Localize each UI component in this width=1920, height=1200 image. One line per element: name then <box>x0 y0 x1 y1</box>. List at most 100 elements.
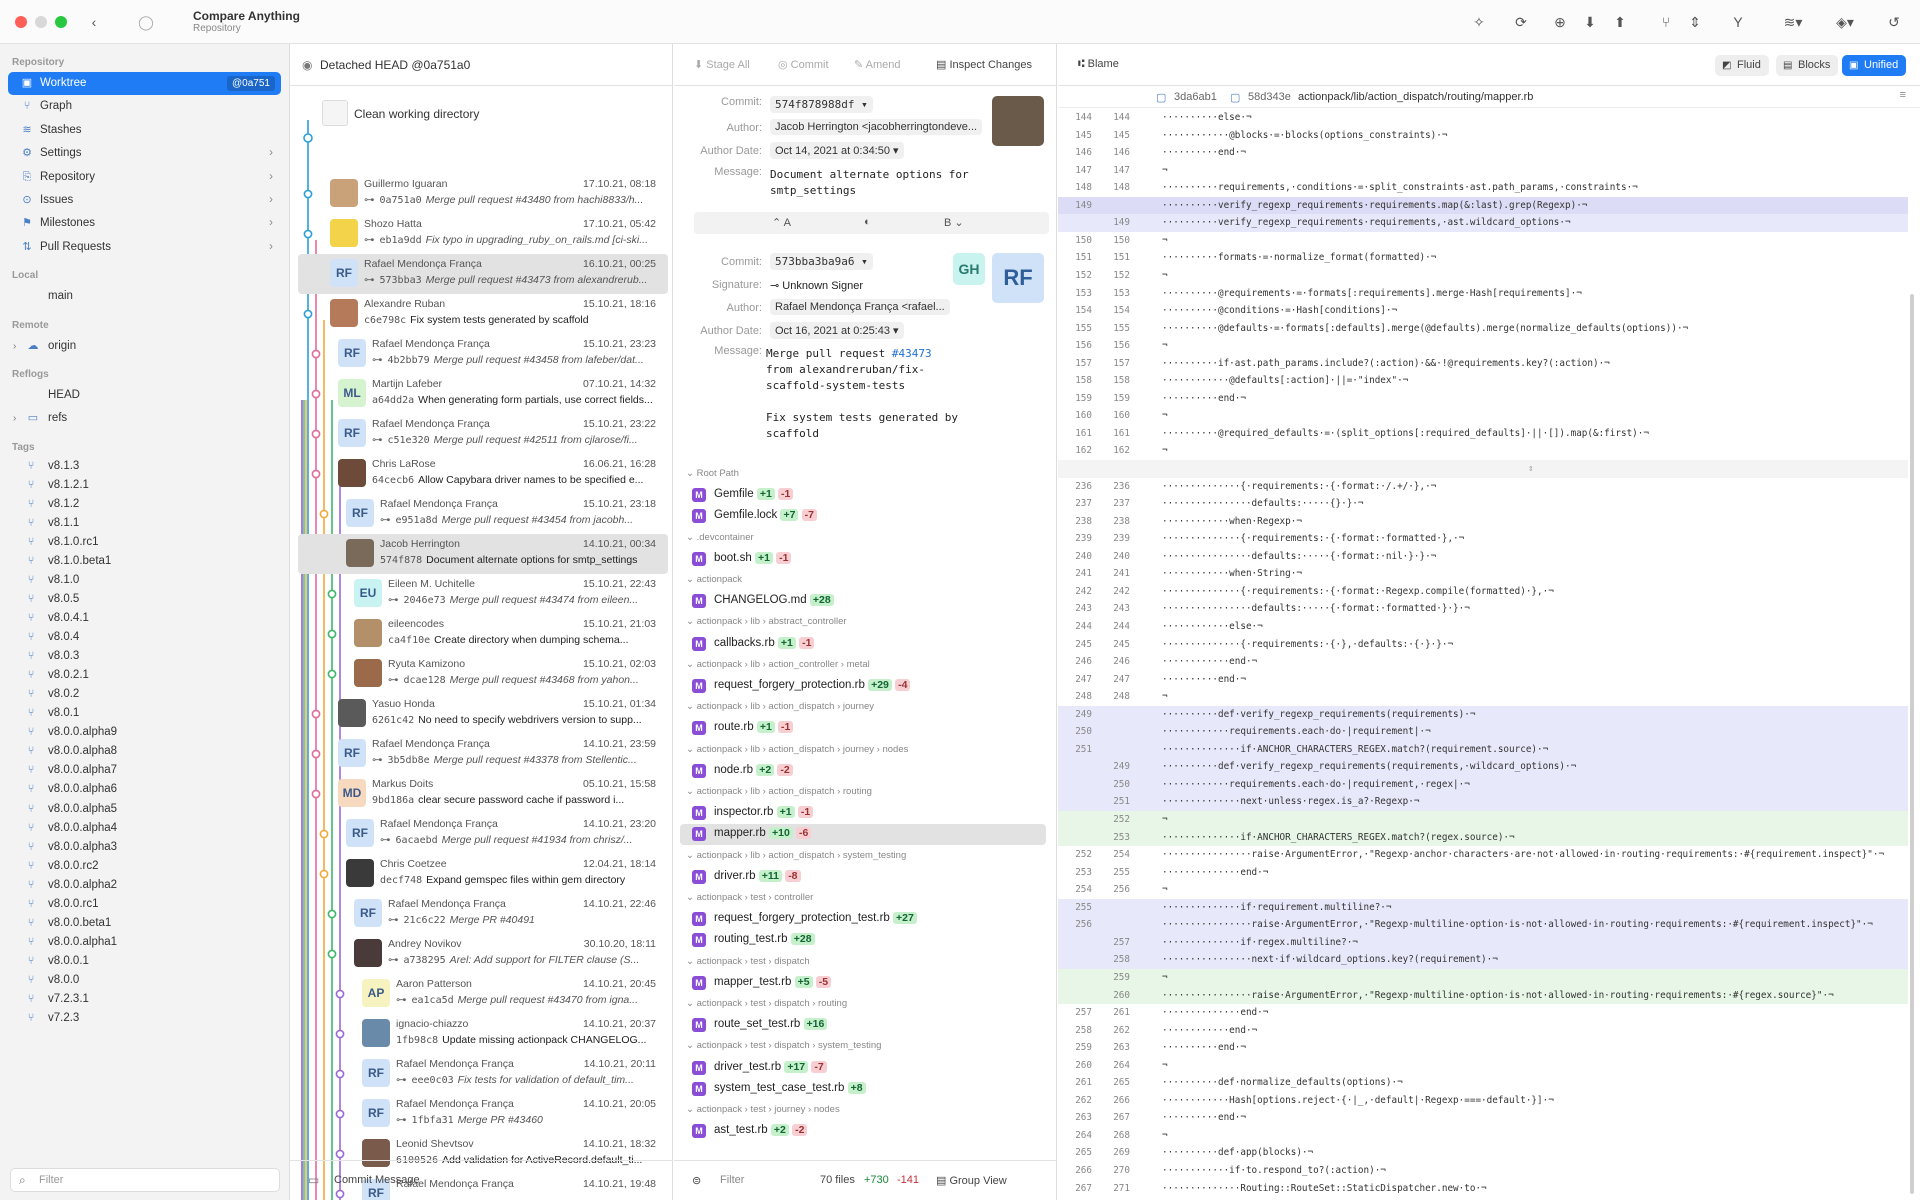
tag-item[interactable]: ⑂ v8.0.2 <box>8 685 281 704</box>
changed-file-row[interactable]: Mnode.rb +2 -2 <box>680 761 1046 782</box>
reflog-refs[interactable]: › ▭ refs <box>8 407 281 430</box>
tag-item[interactable]: ⑂ v8.1.0 <box>8 571 281 590</box>
diff-scrollbar[interactable] <box>1910 294 1914 1194</box>
commit-row[interactable]: RF Rafael Mendonça França 14.10.21, 20:05 ⊶… <box>298 1094 668 1134</box>
sidebar-item-issues[interactable]: ⊙ Issues › <box>8 189 281 212</box>
chevron-right-icon[interactable]: › <box>269 236 273 259</box>
sidebar-item-milestones[interactable]: ⚑ Milestones › <box>8 212 281 235</box>
group-view-button[interactable]: ▤ Group View <box>936 1174 1007 1187</box>
sidebar-item-worktree[interactable]: ▣ Worktree @0a751 <box>8 72 281 96</box>
compare-b-button[interactable]: B ⌄ <box>944 216 964 229</box>
hunk-separator[interactable]: ⇕ <box>1058 460 1908 478</box>
tag-item[interactable]: ⑂ v8.0.0.alpha4 <box>8 819 281 838</box>
a-date[interactable]: Oct 14, 2021 at 0:34:50 ▾ <box>770 142 904 159</box>
tag-item[interactable]: ⑂ v8.0.0.alpha6 <box>8 780 281 799</box>
file-group-header[interactable]: ⌄ actionpack › lib › action_controller ›… <box>686 659 870 670</box>
tag-item[interactable]: ⑂ v8.1.0.beta1 <box>8 552 281 571</box>
commit-row[interactable]: Shozo Hatta 17.10.21, 05:42 ⊶ eb1a9dd Fix ty… <box>298 214 668 254</box>
layers-icon[interactable]: ◈▾ <box>1830 12 1860 32</box>
tag-item[interactable]: ⑂ v8.0.2.1 <box>8 666 281 685</box>
chevron-right-icon[interactable]: › <box>269 212 273 235</box>
tag-item[interactable]: ⑂ v8.1.2.1 <box>8 476 281 495</box>
tag-item[interactable]: ⑂ v8.0.0.alpha9 <box>8 723 281 742</box>
chevron-right-icon[interactable]: › <box>269 142 273 165</box>
tag-item[interactable]: ⑂ v8.0.4 <box>8 628 281 647</box>
tag-item[interactable]: ⑂ v8.0.3 <box>8 647 281 666</box>
changed-file-row[interactable]: Mmapper_test.rb +5 -5 <box>680 973 1046 994</box>
swap-icon[interactable]: ◐ <box>864 216 871 228</box>
commit-row[interactable]: RF Rafael Mendonça França 15.10.21, 23:23 ⊶… <box>298 334 668 374</box>
commit-row[interactable]: MD Markus Doits 05.10.21, 15:58 9bd186a clea… <box>298 774 668 814</box>
commit-row[interactable]: Ryuta Kamizono 15.10.21, 02:03 ⊶ dcae128 Mer… <box>298 654 668 694</box>
tag-item[interactable]: ⑂ v8.0.1 <box>8 704 281 723</box>
amend-button[interactable]: ✎ Amend <box>854 58 901 71</box>
push-icon[interactable]: ⬆ <box>1610 12 1630 32</box>
tag-item[interactable]: ⑂ v8.1.1 <box>8 514 281 533</box>
blame-button[interactable]: ⑆ Blame <box>1078 58 1119 70</box>
changed-file-row[interactable]: M CHANGELOG.md +28 <box>680 591 1046 612</box>
remote-origin[interactable]: › ☁ origin <box>8 335 281 358</box>
chevron-right-icon[interactable]: › <box>269 189 273 212</box>
stage-all-button[interactable]: ⬇ Stage All <box>694 58 750 71</box>
changed-file-row[interactable]: M Gemfile +1 -1 <box>680 485 1046 506</box>
commit-row[interactable]: Guillermo Iguaran 17.10.21, 08:18 ⊶ 0a751a0… <box>298 174 668 214</box>
changed-file-row[interactable]: Mrequest_forgery_protection.rb +29 -4 <box>680 676 1046 697</box>
file-group-header[interactable]: ⌄ actionpack › test › journey › nodes <box>686 1104 840 1115</box>
disclosure-icon[interactable]: › <box>13 407 16 430</box>
undo-icon[interactable]: ↺ <box>1884 12 1904 32</box>
commit-row[interactable]: Andrey Novikov 30.10.20, 18:11 ⊶ a738295 Are… <box>298 934 668 974</box>
commit-row[interactable]: RF Rafael Mendonça França 15.10.21, 23:22 ⊶… <box>298 414 668 454</box>
file-group-header[interactable]: ⌄ actionpack › lib › action_dispatch › j… <box>686 701 874 712</box>
changed-file-row[interactable]: Mroute.rb +1 -1 <box>680 718 1046 739</box>
tag-item[interactable]: ⑂ v8.0.0.rc2 <box>8 857 281 876</box>
tag-item[interactable]: ⑂ v8.0.5 <box>8 590 281 609</box>
changed-file-row[interactable]: Mdriver_test.rb +17 -7 <box>680 1058 1046 1079</box>
mode-blocks[interactable]: ▤ Blocks <box>1776 55 1839 76</box>
changed-file-row[interactable]: Mdriver.rb +11 -8 <box>680 867 1046 888</box>
list-icon[interactable]: ≡ <box>1900 89 1906 101</box>
tag-item[interactable]: ⑂ v8.0.0 <box>8 971 281 990</box>
tag-item[interactable]: ⑂ v8.0.0.alpha1 <box>8 933 281 952</box>
expand-icon[interactable]: ⇕ <box>1528 460 1534 478</box>
file-group-header[interactable]: ⌄ .devcontainer <box>686 532 754 543</box>
tag-item[interactable]: ⑂ v8.1.3 <box>8 457 281 476</box>
commit-row[interactable]: RF Rafael Mendonça França 14.10.21, 20:11 ⊶… <box>298 1054 668 1094</box>
tag-item[interactable]: ⑂ v8.0.0.alpha3 <box>8 838 281 857</box>
file-group-header[interactable]: ⌄ Root Path <box>686 468 739 479</box>
file-group-header[interactable]: ⌄ actionpack › lib › abstract_controller <box>686 616 847 627</box>
changed-file-row[interactable]: Mboot.sh +1 -1 <box>680 549 1046 570</box>
stack-icon[interactable]: ≋▾ <box>1778 12 1808 32</box>
commit-row[interactable]: RF Rafael Mendonça França 16.10.21, 00:25 ⊶… <box>298 254 668 294</box>
disclosure-icon[interactable]: › <box>13 335 16 358</box>
tag-item[interactable]: ⑂ v7.2.3.1 <box>8 990 281 1009</box>
file-group-header[interactable]: ⌄ actionpack › test › controller <box>686 892 813 903</box>
tag-item[interactable]: ⑂ v8.0.4.1 <box>8 609 281 628</box>
commit-row[interactable]: RF Rafael Mendonça França 14.10.21, 23:59 ⊶… <box>298 734 668 774</box>
compare-a-button[interactable]: ⌃ A <box>772 216 791 229</box>
changed-file-row[interactable]: Mast_test.rb +2 -2 <box>680 1121 1046 1142</box>
b-commit-hash[interactable]: 573bba3ba9a6 ▾ <box>770 253 873 270</box>
a-commit-hash[interactable]: 574f878988df ▾ <box>770 96 873 113</box>
tag-item[interactable]: ⑂ v8.0.0.alpha2 <box>8 876 281 895</box>
file-group-header[interactable]: ⌄ actionpack › lib › action_dispatch › s… <box>686 850 906 861</box>
stash-icon[interactable]: ⇕ <box>1685 12 1705 32</box>
mode-fluid[interactable]: ◩ Fluid <box>1715 55 1769 76</box>
inspect-changes-button[interactable]: ▤ Inspect Changes <box>936 58 1032 71</box>
changed-file-row[interactable]: Mroute_set_test.rb +16 <box>680 1015 1046 1036</box>
chevron-right-icon[interactable]: › <box>269 166 273 189</box>
mode-unified[interactable]: ▣ Unified <box>1842 55 1907 76</box>
fetch-icon[interactable]: ⊕ <box>1550 12 1570 32</box>
refresh-icon[interactable]: ⟳ <box>1511 12 1531 32</box>
changed-file-row[interactable]: Mmapper.rb +10 -6 <box>680 824 1046 846</box>
sidebar-item-settings[interactable]: ⚙ Settings › <box>8 142 281 165</box>
commit-button[interactable]: ◎ Commit <box>778 58 829 71</box>
sidebar-item-repository[interactable]: ⎘ Repository › <box>8 166 281 189</box>
ab-switcher[interactable]: ⌃ A ◐ B ⌄ <box>694 212 1049 234</box>
file-group-header[interactable]: ⌄ actionpack › test › dispatch › system_… <box>686 1040 881 1051</box>
commit-row[interactable]: RF Rafael Mendonça França 15.10.21, 23:18 ⊶… <box>298 494 668 534</box>
tag-item[interactable]: ⑂ v8.1.2 <box>8 495 281 514</box>
commit-row[interactable]: Chris LaRose 16.06.21, 16:28 64cecb6 Allow … <box>298 454 668 494</box>
file-group-header[interactable]: ⌄ actionpack › lib › action_dispatch › r… <box>686 786 872 797</box>
sidebar-item-pull-requests[interactable]: ⇅ Pull Requests › <box>8 236 281 259</box>
reflog-head[interactable]: HEAD <box>8 384 281 407</box>
